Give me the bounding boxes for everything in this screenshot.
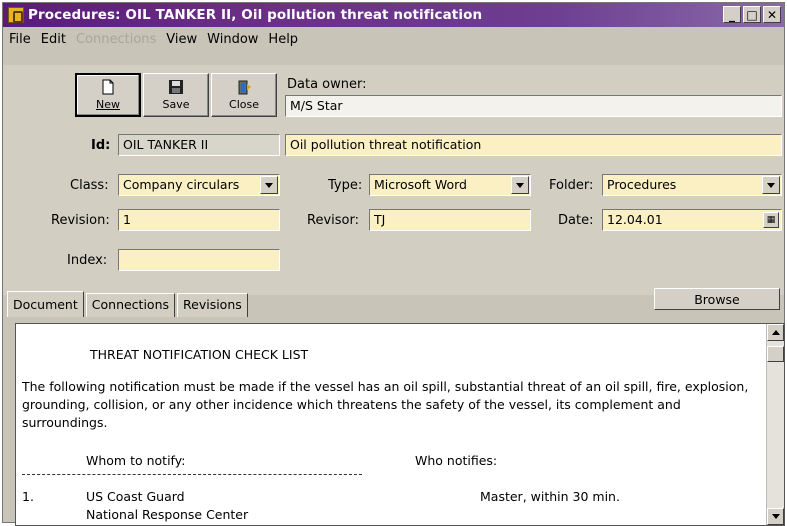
menu-window[interactable]: Window — [207, 32, 258, 47]
record-form-panel: New Save Close Data owner: M/S Star Id: … — [3, 65, 784, 295]
document-heading: THREAT NOTIFICATION CHECK LIST — [90, 347, 309, 362]
class-dropdown-arrow-icon[interactable] — [260, 176, 278, 194]
new-button-label: New — [96, 98, 120, 111]
minimize-button[interactable]: _ — [723, 6, 741, 23]
title-bar[interactable]: Procedures: OIL TANKER II, Oil pollution… — [3, 3, 784, 27]
procedures-app-icon[interactable] — [8, 7, 24, 23]
scroll-up-arrow-icon[interactable] — [767, 324, 784, 341]
index-field[interactable] — [118, 249, 280, 271]
date-field[interactable]: 12.04.01 ▦ — [602, 209, 782, 231]
document-title-field[interactable]: Oil pollution threat notification — [285, 134, 782, 156]
close-button[interactable]: Close — [211, 73, 277, 117]
class-label: Class: — [70, 178, 109, 193]
date-label: Date: — [558, 213, 594, 228]
column-header-whom: Whom to notify: — [86, 453, 186, 468]
toolbar: New Save Close — [75, 73, 277, 117]
data-owner-label: Data owner: — [287, 77, 367, 92]
column-header-who: Who notifies: — [415, 453, 498, 468]
folder-dropdown-arrow-icon[interactable] — [762, 176, 780, 194]
window-controls: _ □ ✕ — [723, 6, 781, 23]
divider — [22, 474, 362, 475]
document-viewer[interactable]: THREAT NOTIFICATION CHECK LIST The follo… — [15, 323, 785, 526]
type-dropdown-arrow-icon[interactable] — [511, 176, 529, 194]
revisor-field[interactable]: TJ — [369, 209, 531, 231]
data-owner-field[interactable]: M/S Star — [285, 95, 782, 117]
date-field-value: 12.04.01 — [607, 212, 663, 227]
row-number: 1. — [22, 489, 34, 504]
new-document-icon — [102, 79, 114, 95]
menu-help[interactable]: Help — [268, 32, 298, 47]
menu-file[interactable]: File — [9, 32, 31, 47]
menu-connections: Connections — [75, 31, 157, 47]
revisor-label: Revisor: — [307, 213, 359, 228]
type-select[interactable]: Microsoft Word — [369, 174, 531, 196]
type-select-value: Microsoft Word — [374, 177, 467, 192]
folder-label: Folder: — [549, 178, 594, 193]
menu-edit[interactable]: Edit — [41, 32, 66, 47]
calendar-picker-icon[interactable]: ▦ — [763, 212, 779, 228]
type-label: Type: — [328, 178, 363, 193]
application-window: Procedures: OIL TANKER II, Oil pollution… — [2, 2, 785, 526]
tab-strip: Document Connections Revisions — [7, 291, 250, 317]
tab-document[interactable]: Document — [7, 291, 84, 317]
id-field[interactable]: OIL TANKER II — [118, 134, 280, 156]
maximize-button[interactable]: □ — [743, 6, 761, 23]
folder-select[interactable]: Procedures — [602, 174, 782, 196]
revision-field[interactable]: 1 — [118, 209, 280, 231]
class-select[interactable]: Company circulars — [118, 174, 280, 196]
document-paragraph: The following notification must be made … — [22, 379, 749, 430]
revision-label: Revision: — [51, 213, 110, 228]
tab-connections[interactable]: Connections — [85, 293, 176, 317]
menu-bar: File Edit Connections View Window Help — [3, 29, 784, 49]
exit-door-icon — [238, 80, 251, 95]
scroll-down-arrow-icon[interactable] — [767, 508, 784, 525]
row-whom-line1: US Coast Guard — [86, 489, 185, 504]
row-whom-line2: National Response Center — [86, 507, 249, 522]
close-button-label: Close — [229, 98, 259, 111]
floppy-disk-icon — [169, 80, 183, 94]
index-label: Index: — [67, 253, 108, 268]
window-title: Procedures: OIL TANKER II, Oil pollution… — [28, 7, 483, 23]
menu-view[interactable]: View — [166, 32, 197, 47]
row-who-notifies: Master, within 30 min. — [480, 489, 620, 504]
tab-revisions[interactable]: Revisions — [177, 293, 248, 317]
close-window-button[interactable]: ✕ — [763, 6, 781, 23]
vertical-scrollbar[interactable] — [766, 324, 784, 525]
save-button[interactable]: Save — [143, 73, 209, 117]
save-button-label: Save — [162, 98, 190, 111]
class-select-value: Company circulars — [123, 177, 240, 192]
browse-button[interactable]: Browse — [654, 288, 780, 310]
new-button[interactable]: New — [75, 73, 141, 117]
scroll-thumb[interactable] — [767, 346, 784, 362]
id-label: Id: — [91, 138, 111, 153]
folder-select-value: Procedures — [607, 177, 677, 192]
